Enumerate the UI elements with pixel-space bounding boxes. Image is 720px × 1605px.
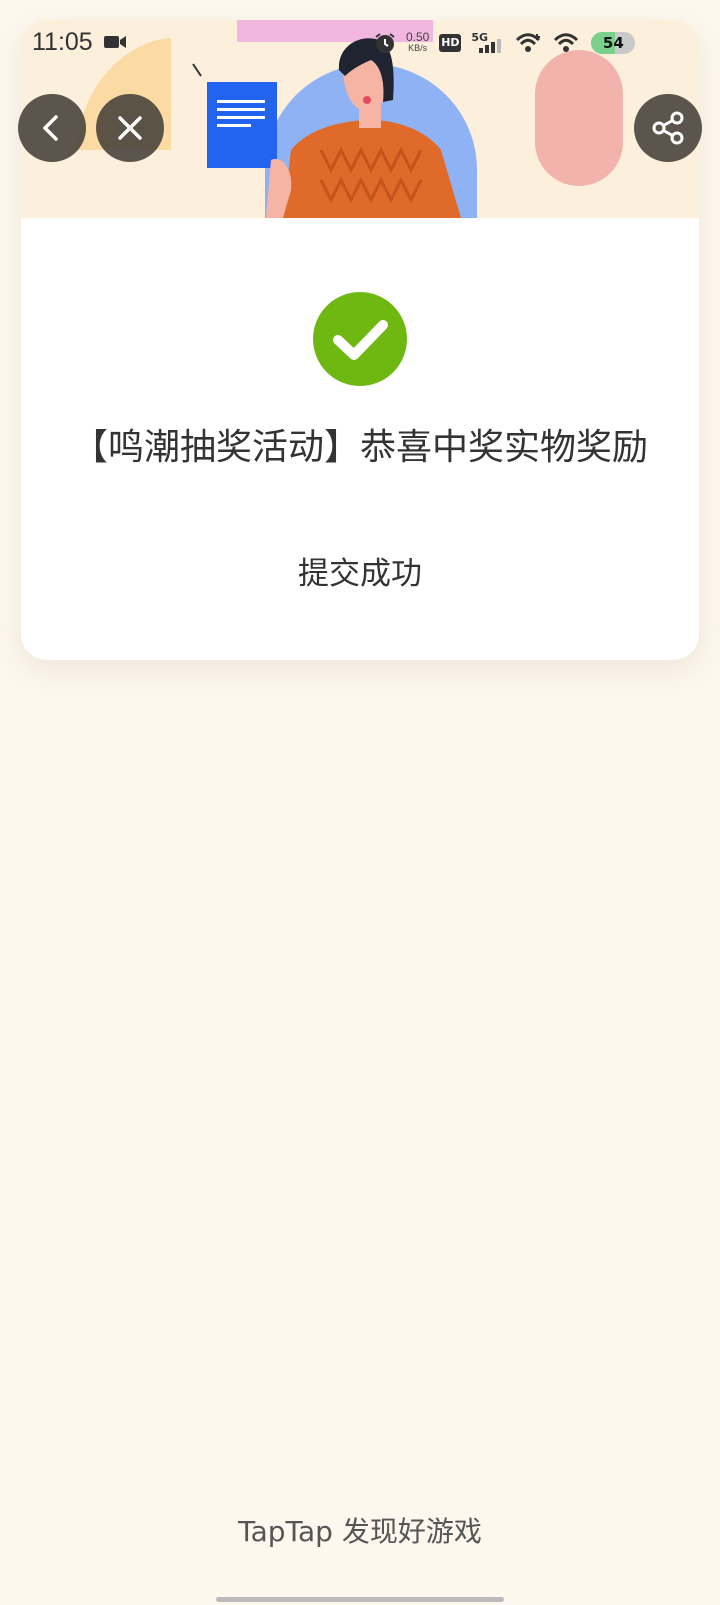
wifi-plus-icon xyxy=(516,33,541,52)
status-time: 11:05 xyxy=(32,28,93,56)
net-speed-value: 0.50 xyxy=(406,30,430,44)
alarm-icon xyxy=(375,33,395,53)
close-icon xyxy=(118,116,142,140)
share-icon xyxy=(652,111,684,145)
chevron-left-icon xyxy=(43,115,58,141)
home-indicator[interactable] xyxy=(216,1597,504,1602)
success-check-icon xyxy=(313,292,407,386)
status-icons: 0.50 KB/s HD 5G 54 xyxy=(374,28,645,58)
signal-group: 5G xyxy=(471,31,505,55)
share-button[interactable] xyxy=(634,94,702,162)
result-status: 提交成功 xyxy=(298,556,422,592)
footer-slogan: TapTap 发现好游戏 xyxy=(238,1515,482,1548)
net-speed: 0.50 KB/s xyxy=(406,30,430,54)
battery-indicator: 54 xyxy=(591,32,636,54)
screen-record-icon xyxy=(104,36,126,48)
battery-level: 54 xyxy=(602,34,624,52)
back-button[interactable] xyxy=(18,94,86,162)
net-speed-unit: KB/s xyxy=(408,43,428,53)
page: 【鸣潮抽奖活动】恭喜中奖实物奖励 提交成功 11:05 0.50 KB/s HD… xyxy=(0,0,720,1605)
hd-icon: HD xyxy=(439,34,462,52)
hd-label: HD xyxy=(441,36,460,49)
cell-signal-icon xyxy=(479,39,502,53)
wifi-icon xyxy=(554,33,579,52)
result-title: 【鸣潮抽奖活动】恭喜中奖实物奖励 xyxy=(71,427,648,468)
close-button[interactable] xyxy=(96,94,164,162)
status-bar: 11:05 0.50 KB/s HD 5G 54 xyxy=(0,0,720,86)
